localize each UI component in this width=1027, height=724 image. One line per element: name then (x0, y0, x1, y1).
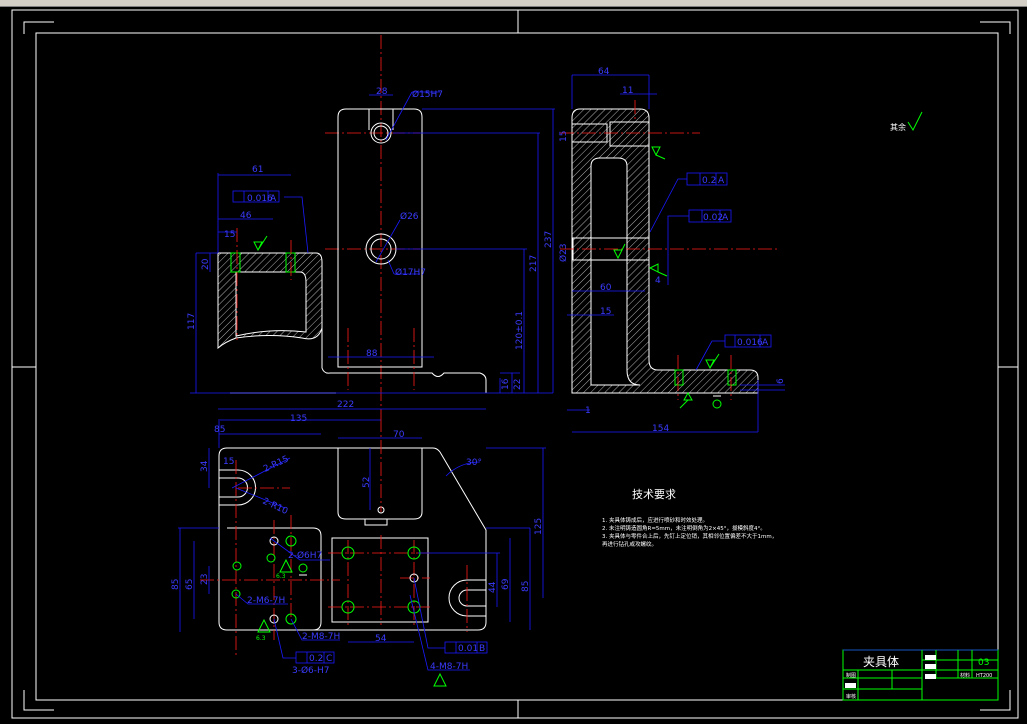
dim-label: 117 (187, 313, 197, 330)
checked-by-label: 审核 (846, 693, 856, 700)
dim-label: 69 (501, 578, 511, 590)
datum-label: C (326, 654, 332, 664)
dim-label: 15 (224, 230, 235, 240)
dim-label: 135 (290, 414, 307, 424)
svg-text:其余: 其余 (890, 122, 906, 132)
dim-label: 15 (600, 307, 611, 317)
datum-label: B (479, 644, 485, 654)
roughness-note: 其余 (890, 111, 923, 132)
dim-label: 125 (534, 518, 544, 535)
dim-label: Ø26 (400, 211, 419, 222)
tech-requirement-line: 再进行钻孔或攻螺纹。 (602, 540, 657, 548)
tolerance-value: 0.01 (458, 644, 478, 654)
datum-label: A (762, 338, 769, 348)
dim-label: 1 (585, 406, 591, 416)
dim-label: 4 (655, 276, 661, 286)
dim-label: 34 (200, 460, 210, 472)
sheet-frame (11, 9, 1019, 719)
dim-label: Ø15H7 (412, 89, 443, 100)
dim-label: 44 (488, 581, 498, 593)
dim-label: 88 (366, 349, 378, 359)
tech-requirement-line: 2. 未注明铸造圆角R=5mm，未注明倒角为2×45°，拔模斜度4°。 (602, 524, 766, 532)
roughness-value: 6.3 (256, 635, 266, 642)
holes (231, 535, 421, 625)
datum-label: A (270, 194, 277, 204)
tech-requirement-line: 3. 夹具体与零件合上后，先钉上定位销，其相邻位置偏差不大于1mm， (602, 532, 777, 540)
dim-label: 22 (513, 379, 523, 390)
drawing-number: 03 (978, 658, 989, 668)
dim-label: 30° (466, 458, 482, 468)
dim-label: 85 (214, 425, 225, 435)
dim-label: Ø23 (558, 243, 569, 262)
part-name: 夹具体 (863, 655, 899, 669)
dim-label: 23 (200, 574, 210, 585)
dim-label: 2-R15 (262, 454, 290, 474)
dim-label: 52 (362, 477, 372, 488)
dim-label: 20 (201, 258, 211, 270)
drawn-by-label: 制图 (846, 672, 856, 679)
title-block: 夹具体 03 制图 审核 材料 HT200 (842, 649, 999, 701)
dim-label: 60 (600, 283, 612, 293)
hole-callout: 2-M8-7H (302, 632, 340, 642)
tolerance-value: 0.2 (309, 654, 323, 664)
dim-label: 15 (223, 457, 234, 467)
dim-label: 70 (393, 430, 405, 440)
hole-callout: 3-Ø6-H7 (292, 665, 330, 676)
dim-label: 11 (622, 86, 633, 96)
tolerance-value: 0.016 (737, 338, 763, 348)
dim-label: 2-R10 (261, 497, 290, 517)
dim-label: 6 (776, 378, 786, 384)
dim-label: 64 (598, 67, 610, 77)
dim-label: 154 (652, 424, 669, 434)
datum-label: A (722, 213, 729, 223)
tech-requirements-title: 技术要求 (632, 488, 676, 501)
dim-label: 65 (185, 579, 195, 590)
dim-label: 28 (376, 87, 388, 97)
tech-requirement-line: 1. 夹具体铸成后，应进行喷砂和时效处理。 (602, 516, 708, 524)
dim-label: 222 (337, 400, 354, 410)
dim-label: 16 (501, 378, 511, 390)
dim-label: 217 (529, 255, 539, 272)
dim-label: 61 (252, 165, 263, 175)
hole-callout: 4-M8-7H (430, 662, 468, 672)
roughness-value: 6.3 (276, 573, 286, 580)
dim-label: 15 (559, 131, 569, 142)
dim-label: 54 (375, 634, 387, 644)
dim-label: 46 (240, 211, 252, 221)
cad-drawing-canvas[interactable]: 28 Ø15H7 Ø26 Ø17H7 88 222 135 16 22 120±… (0, 0, 1027, 724)
dim-label: 237 (544, 231, 554, 248)
dim-label: 85 (521, 581, 531, 592)
datum-label: A (718, 176, 725, 186)
tolerance-value: 0.2 (702, 176, 716, 186)
section-view: 61 0.016 A 46 15 20 117 (187, 165, 323, 393)
material-label: 材料 (960, 672, 970, 679)
dim-label: Ø17H7 (395, 267, 426, 278)
dim-label: 85 (171, 579, 181, 590)
material-value: HT200 (976, 673, 992, 679)
side-view: 64 11 15 0.2 A 0.02 A Ø23 60 15 4 0.016 … (558, 67, 786, 434)
bottom-view: 85 70 34 15 2-R15 2-R10 52 30° 125 85 65… (171, 418, 546, 687)
dim-label: 120±0.1 (515, 311, 525, 350)
hole-callout: 2-Ø6H7 (288, 550, 322, 561)
hole-callout: 2-M6-7H (247, 596, 285, 606)
front-view: 28 Ø15H7 Ø26 Ø17H7 88 222 135 16 22 120±… (190, 35, 555, 424)
tolerance-value: 0.02 (703, 213, 723, 223)
tech-requirements: 技术要求 1. 夹具体铸成后，应进行喷砂和时效处理。 2. 未注明铸造圆角R=5… (602, 488, 777, 548)
